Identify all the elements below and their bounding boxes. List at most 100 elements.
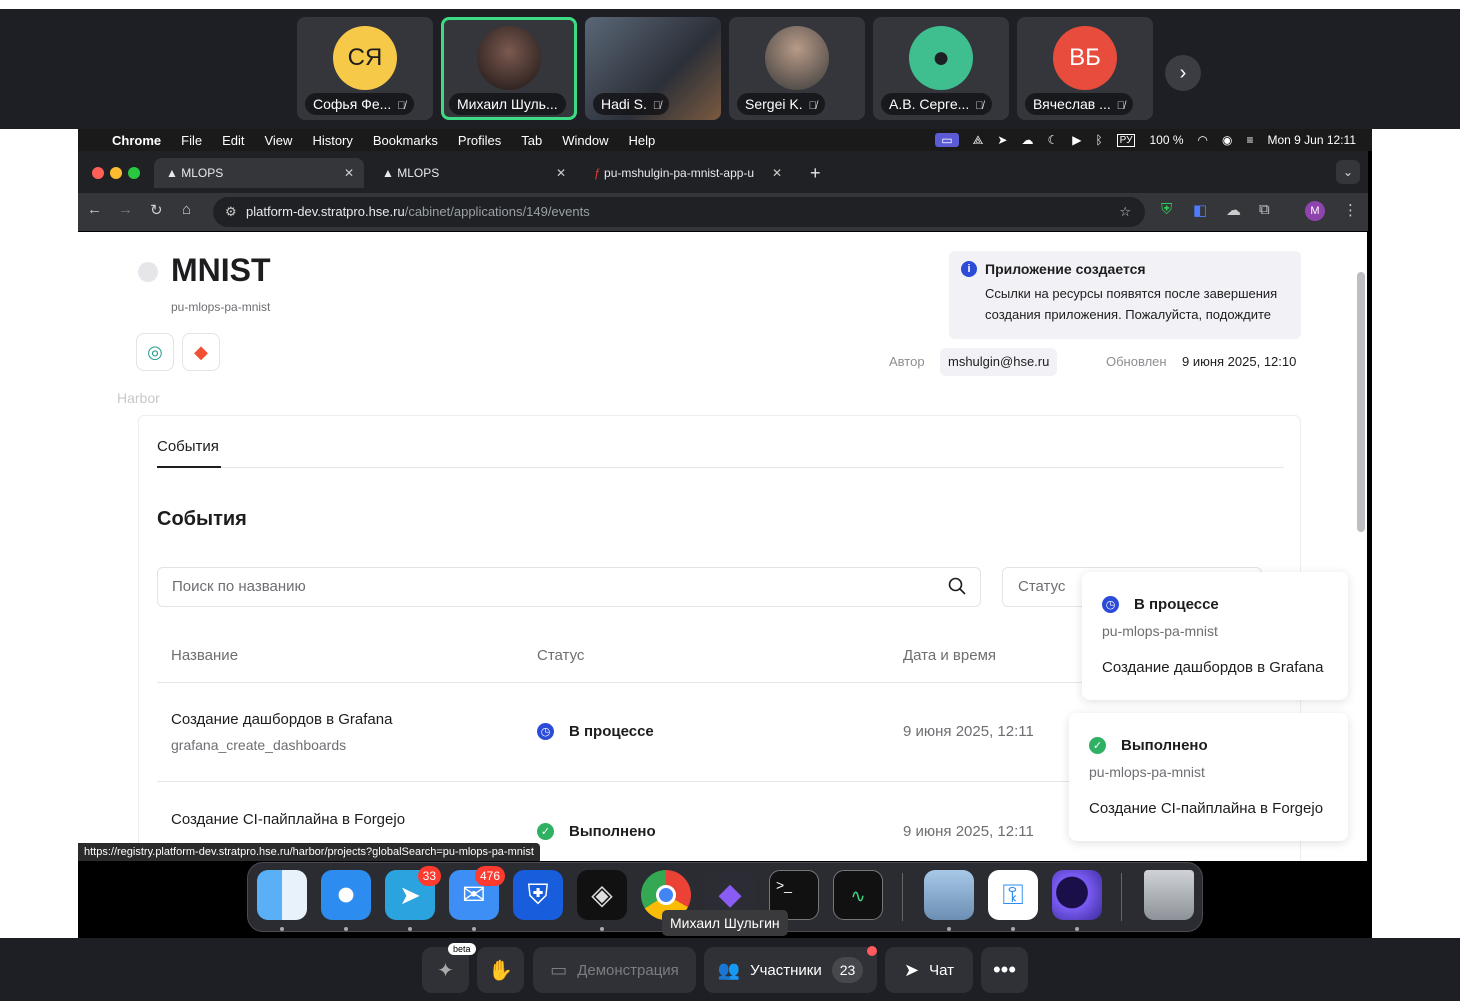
close-window-button[interactable] (92, 167, 104, 179)
more-options-button[interactable]: ••• (981, 947, 1028, 993)
grafana-link-icon[interactable]: ◎ (136, 333, 174, 371)
dock-divider (1121, 873, 1122, 921)
browser-tab-active[interactable]: ▲ MLOPS ✕ (154, 158, 364, 188)
close-tab-icon[interactable]: ✕ (344, 158, 354, 188)
participant-tile[interactable]: Hadi S. 🎙̸ (585, 17, 721, 120)
check-icon: ✓ (537, 823, 554, 840)
mail-icon[interactable]: ✉ 476 (449, 866, 505, 920)
close-tab-icon[interactable]: ✕ (772, 158, 782, 188)
search-input[interactable]: Поиск по названию (157, 567, 981, 607)
menu-tab[interactable]: Tab (521, 133, 542, 148)
row-1-name[interactable]: Создание дашбордов в Grafana (171, 711, 392, 728)
browser-tab[interactable]: ƒ pu-mshulgin-pa-mnist-app-u ✕ (582, 158, 792, 188)
next-participants-button[interactable]: › (1165, 55, 1201, 91)
toast-in-progress[interactable]: ◷ В процессе pu-mlops-pa-mnist Создание д… (1082, 572, 1348, 700)
dock-hover-label: Михаил Шульгин (662, 910, 788, 936)
participant-name: А.В. Серге... (889, 96, 970, 112)
participant-tile[interactable]: СЯ Софья Фе... 🎙̸ (297, 17, 433, 120)
play-icon[interactable]: ▶ (1072, 133, 1081, 147)
screen-share-button[interactable]: ▭ Демонстрация (533, 947, 696, 993)
profile-avatar[interactable]: M (1305, 201, 1325, 221)
search-icon[interactable] (948, 577, 966, 595)
new-tab-button[interactable]: + (798, 158, 828, 188)
battery-level[interactable]: 100 % (1149, 133, 1183, 147)
user-icon[interactable]: ◉ (1222, 133, 1232, 147)
link-status-url: https://registry.platform-dev.stratpro.h… (78, 843, 540, 861)
bitwarden-icon[interactable]: ⛨ (513, 870, 563, 920)
page-scrollbar[interactable] (1357, 272, 1365, 532)
participant-tile[interactable]: ● А.В. Серге... 🎙̸ (873, 17, 1009, 120)
app-icon[interactable]: ⟁ (973, 133, 984, 148)
menu-chrome[interactable]: Chrome (112, 133, 161, 148)
browser-app-icon[interactable] (1052, 870, 1102, 920)
column-name[interactable]: Название (171, 647, 238, 664)
zoom-window-button[interactable] (128, 167, 140, 179)
telegram-icon[interactable]: ➤ 33 (385, 866, 441, 920)
mic-off-icon: 🎙̸ (1116, 100, 1126, 112)
moon-icon[interactable]: ☾ (1047, 133, 1058, 147)
back-icon[interactable]: ← (87, 201, 102, 218)
keyboard-layout[interactable]: РУ (1116, 133, 1136, 147)
beta-badge: beta (448, 943, 476, 955)
menu-edit[interactable]: Edit (222, 133, 244, 148)
column-status[interactable]: Статус (537, 647, 584, 664)
reload-icon[interactable]: ↻ (150, 201, 163, 219)
cloud-extension-icon[interactable]: ☁ (1226, 201, 1241, 219)
mic-off-icon: 🎙̸ (808, 100, 817, 112)
trash-icon[interactable] (1144, 870, 1194, 920)
tab-title: pu-mshulgin-pa-mnist-app-u (604, 166, 755, 180)
bluetooth-icon[interactable]: ᛒ (1095, 133, 1102, 147)
shield-icon[interactable]: ⛨ (1161, 201, 1172, 218)
column-date[interactable]: Дата и время (903, 647, 996, 664)
browser-tab[interactable]: ▲ MLOPS ✕ (370, 158, 576, 188)
clock[interactable]: Mon 9 Jun 12:11 (1267, 133, 1356, 147)
menu-help[interactable]: Help (629, 133, 656, 148)
menu-view[interactable]: View (264, 133, 292, 148)
address-bar[interactable]: ⚙ platform-dev.stratpro.hse.ru/cabinet/a… (213, 197, 1145, 227)
toast-done[interactable]: ✓ Выполнено pu-mlops-pa-mnist Создание CI… (1069, 713, 1348, 841)
close-tab-icon[interactable]: ✕ (556, 158, 566, 188)
chat-button[interactable]: ➤ Чат (885, 947, 973, 993)
forward-icon[interactable]: → (118, 201, 133, 218)
tab-title: MLOPS (397, 166, 440, 180)
participant-tile-active[interactable]: Михаил Шуль... (441, 17, 577, 120)
finder-icon[interactable] (257, 870, 307, 920)
menu-bookmarks[interactable]: Bookmarks (373, 133, 438, 148)
raise-hand-button[interactable]: ✋ (477, 947, 524, 993)
menu-file[interactable]: File (181, 133, 202, 148)
avatar (765, 26, 829, 90)
menu-profiles[interactable]: Profiles (458, 133, 501, 148)
cube-app-icon[interactable]: ◈ (577, 870, 627, 920)
extension-icon[interactable]: ◧ (1193, 201, 1207, 219)
bookmark-star-icon[interactable]: ☆ (1119, 197, 1131, 227)
menu-window[interactable]: Window (562, 133, 608, 148)
mic-off-icon: 🎙̸ (397, 100, 406, 112)
mic-off-icon: 🎙̸ (652, 100, 662, 112)
site-info-icon[interactable]: ⚙ (225, 197, 237, 227)
safari-icon[interactable] (321, 870, 371, 920)
cloud-icon[interactable]: ☁ (1021, 133, 1033, 147)
wifi-icon[interactable]: ◠ (1198, 133, 1208, 147)
tab-search-button[interactable]: ⌄ (1336, 160, 1360, 184)
participants-count: 23 (831, 957, 864, 983)
clock-icon: ◷ (537, 723, 554, 740)
passwords-icon[interactable]: ⚿ (988, 870, 1038, 920)
menu-history[interactable]: History (312, 133, 352, 148)
participant-tile[interactable]: Sergei K. 🎙̸ (729, 17, 865, 120)
puzzle-icon[interactable]: ⧉ (1259, 201, 1270, 218)
kebab-menu-icon[interactable]: ⋮ (1343, 201, 1358, 219)
tab-events[interactable]: События (157, 438, 219, 455)
activity-monitor-icon[interactable]: ∿ (833, 870, 883, 920)
search-placeholder: Поиск по названию (172, 578, 306, 595)
row-2-name[interactable]: Создание CI-пайплайна в Forgejo (171, 811, 405, 828)
control-center-icon[interactable]: ≡ (1246, 133, 1253, 147)
git-link-icon[interactable]: ◆ (182, 333, 220, 371)
preview-icon[interactable] (924, 870, 974, 920)
info-icon: i (961, 261, 977, 277)
home-icon[interactable]: ⌂ (182, 201, 191, 218)
screen-share-icon[interactable]: ▭ (935, 133, 959, 147)
participant-tile[interactable]: ВБ Вячеслав ... 🎙̸ (1017, 17, 1153, 120)
minimize-window-button[interactable] (110, 167, 122, 179)
send-icon[interactable]: ➤ (997, 133, 1007, 147)
participants-button[interactable]: 👥 Участники 23 (704, 947, 877, 993)
